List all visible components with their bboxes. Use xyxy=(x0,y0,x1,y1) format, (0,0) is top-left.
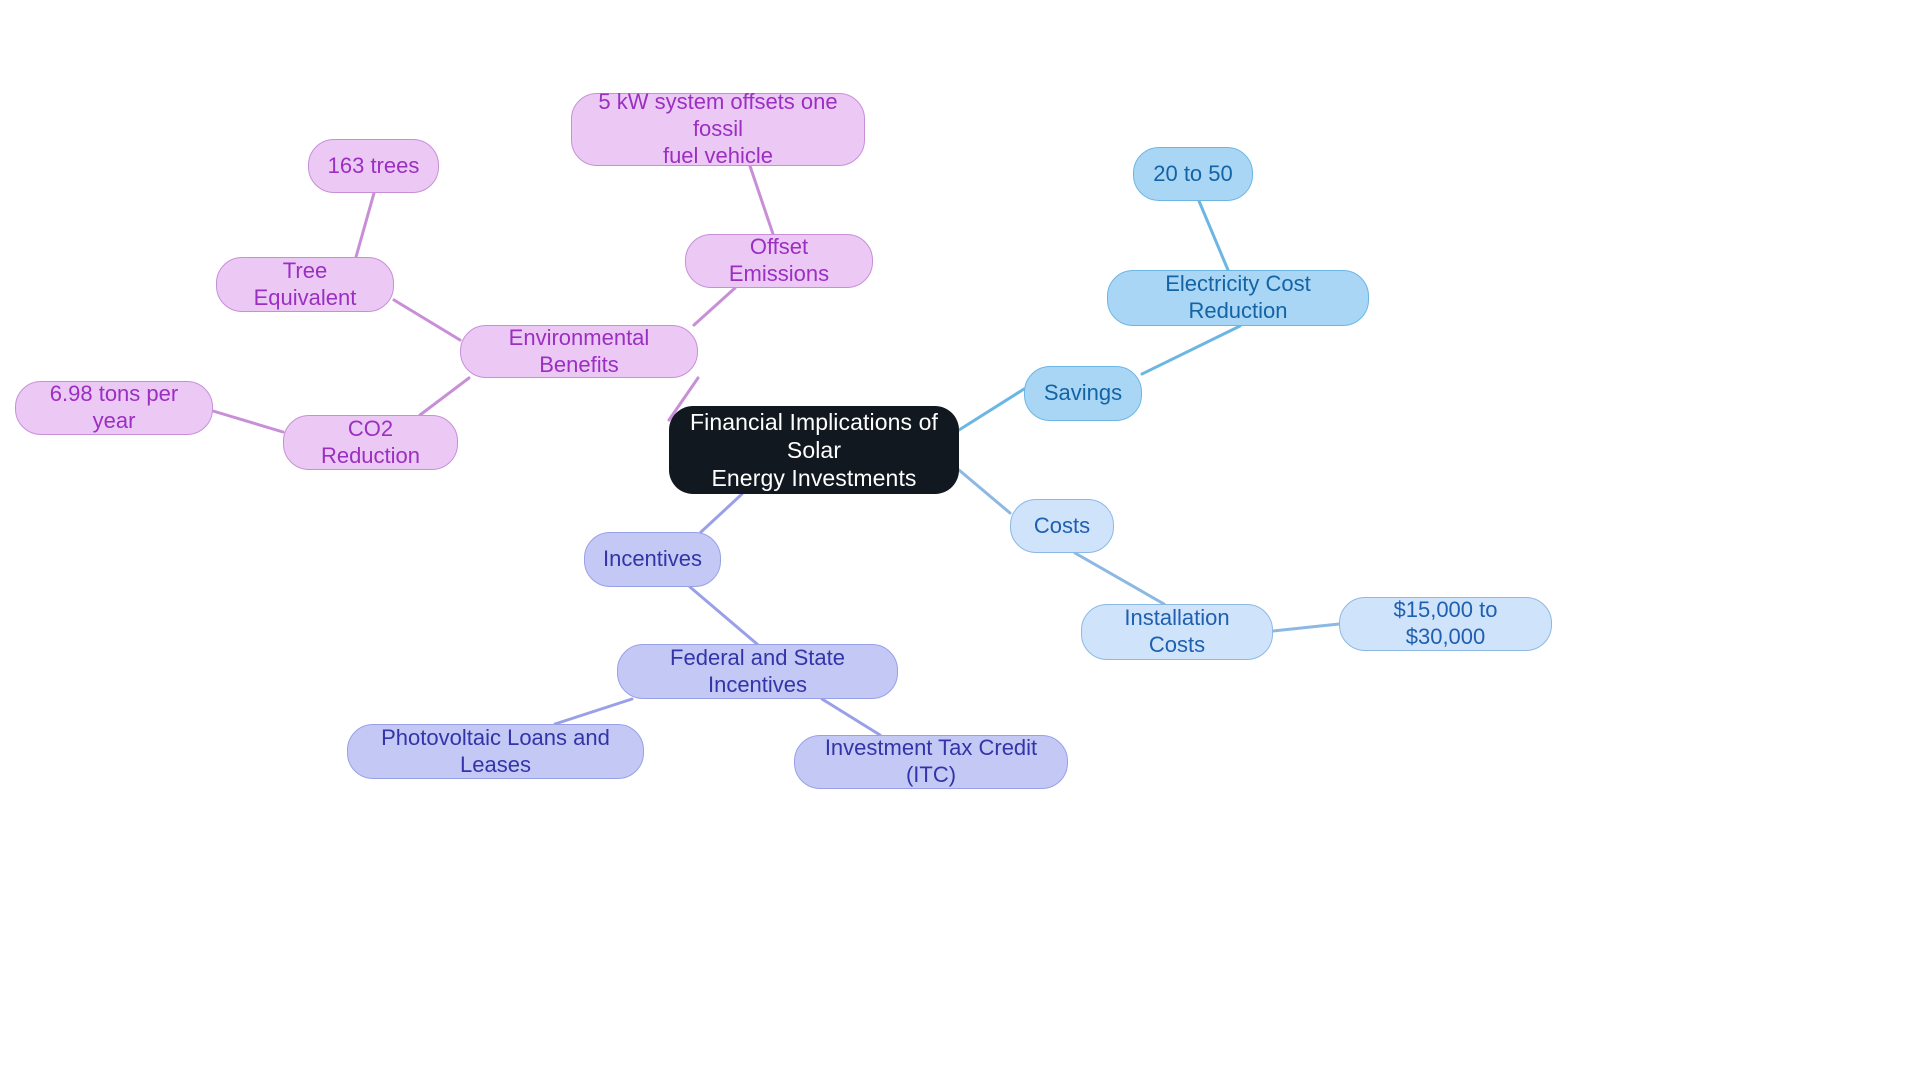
connector-savings-to-electricity-cost-reduction xyxy=(1140,324,1242,376)
node-tree-equivalent[interactable]: Tree Equivalent xyxy=(216,257,394,312)
connector-environmental-benefits-to-tree-equivalent xyxy=(392,298,462,342)
connector-layer xyxy=(211,164,1341,737)
root-node-root[interactable]: Financial Implications of Solar Energy I… xyxy=(669,406,959,494)
node-savings[interactable]: Savings xyxy=(1024,366,1142,421)
node-environmental-benefits[interactable]: Environmental Benefits xyxy=(460,325,698,378)
connector-costs-to-installation-costs xyxy=(1073,551,1166,606)
node-incentives[interactable]: Incentives xyxy=(584,532,721,587)
connector-federal-and-state-incentives-to-investment-tax-credit xyxy=(820,697,882,737)
node-investment-tax-credit[interactable]: Investment Tax Credit (ITC) xyxy=(794,735,1068,789)
node-installation-costs[interactable]: Installation Costs xyxy=(1081,604,1273,660)
node-5kw-system-offset[interactable]: 5 kW system offsets one fossil fuel vehi… xyxy=(571,89,865,168)
connector-environmental-benefits-to-co2-reduction xyxy=(418,376,471,417)
mindmap-canvas: Financial Implications of Solar Energy I… xyxy=(0,0,1920,1083)
connector-offset-emissions-to-5kw-system-offset xyxy=(748,164,775,236)
node-163-trees[interactable]: 163 trees xyxy=(308,139,439,193)
node-6-98-tons-per-year[interactable]: 6.98 tons per year xyxy=(15,381,213,435)
node-15000-to-30000[interactable]: $15,000 to $30,000 xyxy=(1339,597,1552,651)
connector-root-to-savings xyxy=(957,387,1026,432)
node-costs[interactable]: Costs xyxy=(1010,499,1114,553)
node-co2-reduction[interactable]: CO2 Reduction xyxy=(283,415,458,470)
connector-incentives-to-federal-and-state-incentives xyxy=(688,585,759,646)
connector-federal-and-state-incentives-to-photovoltaic-loans-and-leases xyxy=(553,697,634,726)
node-federal-and-state-incentives[interactable]: Federal and State Incentives xyxy=(617,644,898,699)
connector-environmental-benefits-to-offset-emissions xyxy=(692,286,737,327)
node-electricity-cost-reduction[interactable]: Electricity Cost Reduction xyxy=(1107,270,1369,326)
connector-root-to-incentives xyxy=(699,492,744,534)
node-offset-emissions[interactable]: Offset Emissions xyxy=(685,234,873,288)
connector-tree-equivalent-to-163-trees xyxy=(354,191,376,259)
node-photovoltaic-loans-and-leases[interactable]: Photovoltaic Loans and Leases xyxy=(347,724,644,779)
connector-root-to-costs xyxy=(957,468,1012,515)
node-20-to-50[interactable]: 20 to 50 xyxy=(1133,147,1253,201)
connector-co2-reduction-to-6-98-tons-per-year xyxy=(211,409,285,434)
connector-electricity-cost-reduction-to-20-to-50 xyxy=(1197,199,1230,272)
connector-installation-costs-to-15000-to-30000 xyxy=(1271,622,1341,633)
